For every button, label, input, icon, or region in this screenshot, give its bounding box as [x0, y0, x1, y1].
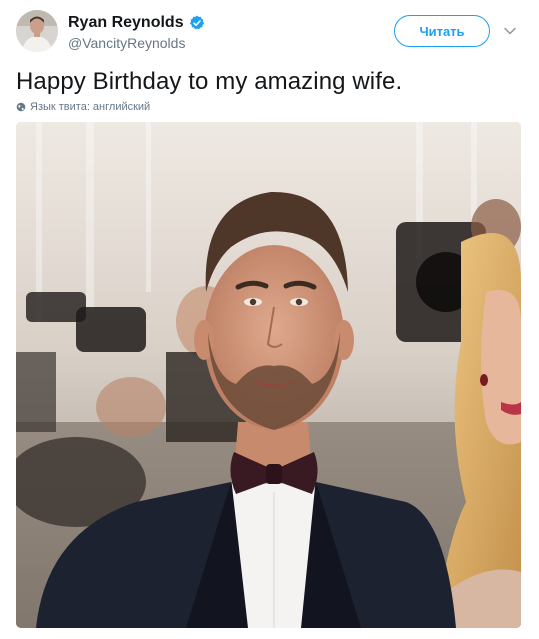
avatar[interactable] — [16, 10, 58, 52]
tweet-photo[interactable] — [16, 122, 521, 628]
globe-icon — [16, 102, 26, 112]
user-handle[interactable]: @VancityReynolds — [68, 34, 205, 52]
follow-button[interactable]: Читать — [394, 15, 490, 47]
tweet-language-note: Язык твита: английский — [16, 101, 150, 113]
tweet-text: Happy Birthday to my amazing wife. — [16, 68, 403, 95]
tweet-card: Ryan Reynolds @VancityReynolds Читать Ha… — [0, 0, 539, 639]
language-label: Язык твита: английский — [30, 101, 151, 113]
display-name[interactable]: Ryan Reynolds — [68, 13, 184, 33]
verified-badge-icon — [189, 15, 205, 31]
chevron-down-icon[interactable] — [503, 24, 517, 38]
author-info[interactable]: Ryan Reynolds @VancityReynolds — [68, 13, 205, 52]
